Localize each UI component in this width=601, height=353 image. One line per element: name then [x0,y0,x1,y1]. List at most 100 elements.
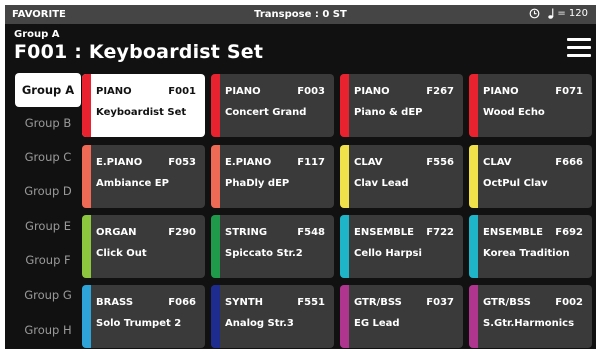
menu-icon[interactable] [567,38,591,57]
category-color-stripe [211,215,220,278]
tile-number: F692 [555,227,583,238]
favorite-tile[interactable]: BRASS F066 Solo Trumpet 2 [82,285,205,348]
tile-number: F290 [168,227,196,238]
tile-number: F037 [426,297,454,308]
favorite-tile[interactable]: PIANO F003 Concert Grand [211,74,334,137]
status-bar: FAVORITE Transpose : 0 ST = 120 [5,5,596,24]
group-button-g[interactable]: Group G [15,278,81,312]
tile-category: ENSEMBLE [354,227,415,238]
favorite-tile[interactable]: ENSEMBLE F722 Cello Harpsi [340,215,463,278]
tile-number: F053 [168,157,196,168]
category-color-stripe [82,215,91,278]
header: Group A F001 : Keyboardist Set [5,24,596,66]
category-color-stripe [340,74,349,137]
tile-name: S.Gtr.Harmonics [483,318,575,329]
tile-name: Cello Harpsi [354,248,422,259]
favorite-tile[interactable]: PIANO F071 Wood Echo [469,74,592,137]
tile-number: F556 [426,157,454,168]
tile-number: F001 [168,86,196,97]
page-title: F001 : Keyboardist Set [14,41,264,63]
favorite-tile[interactable]: SYNTH F551 Analog Str.3 [211,285,334,348]
category-color-stripe [340,215,349,278]
note-icon [548,8,555,19]
tile-name: EG Lead [354,318,400,329]
tile-name: Piano & dEP [354,107,423,118]
group-button-c[interactable]: Group C [15,140,81,174]
tile-category: CLAV [354,157,383,168]
category-color-stripe [469,145,478,208]
tile-number: F066 [168,297,196,308]
category-color-stripe [340,285,349,348]
tile-category: ORGAN [96,227,137,238]
tile-category: PIANO [483,86,519,97]
tile-name: Keyboardist Set [96,107,187,118]
tile-category: GTR/BSS [483,297,531,308]
category-color-stripe [469,74,478,137]
device-screen: FAVORITE Transpose : 0 ST = 120 Group A … [5,5,596,349]
tile-name: Analog Str.3 [225,318,294,329]
tile-category: STRING [225,227,268,238]
group-button-f[interactable]: Group F [15,243,81,277]
favorite-tile[interactable]: CLAV F556 Clav Lead [340,145,463,208]
status-right: = 120 [529,8,588,19]
tile-category: PIANO [225,86,261,97]
tile-name: PhaDly dEP [225,178,290,189]
transpose-label: Transpose : 0 ST [254,9,347,20]
favorite-tile[interactable]: ORGAN F290 Click Out [82,215,205,278]
clock-icon [529,8,540,19]
tile-category: GTR/BSS [354,297,402,308]
tile-number: F551 [297,297,325,308]
group-button-e[interactable]: Group E [15,209,81,243]
tile-name: Clav Lead [354,178,409,189]
tempo-value: = 120 [557,8,588,19]
tile-category: ENSEMBLE [483,227,544,238]
tile-category: E.PIANO [96,157,143,168]
category-color-stripe [211,285,220,348]
group-button-b[interactable]: Group B [15,106,81,140]
tile-number: F002 [555,297,583,308]
tile-number: F722 [426,227,454,238]
tile-name: Wood Echo [483,107,545,118]
favorite-tile[interactable]: ENSEMBLE F692 Korea Tradition [469,215,592,278]
tile-name: Spiccato Str.2 [225,248,303,259]
favorite-tile[interactable]: CLAV F666 OctPul Clav [469,145,592,208]
tile-number: F267 [426,86,454,97]
tile-name: Korea Tradition [483,248,570,259]
tile-name: OctPul Clav [483,178,548,189]
tile-category: SYNTH [225,297,264,308]
current-group-label: Group A [14,29,60,40]
group-button-d[interactable]: Group D [15,174,81,208]
group-button-a[interactable]: Group A [15,73,81,107]
group-button-h[interactable]: Group H [15,313,81,347]
tile-category: BRASS [96,297,134,308]
tile-number: F117 [297,157,325,168]
tile-name: Solo Trumpet 2 [96,318,182,329]
tile-name: Ambiance EP [96,178,169,189]
category-color-stripe [211,74,220,137]
favorite-tile[interactable]: PIANO F001 Keyboardist Set [82,74,205,137]
tile-number: F071 [555,86,583,97]
favorite-tile[interactable]: STRING F548 Spiccato Str.2 [211,215,334,278]
category-color-stripe [469,285,478,348]
category-color-stripe [82,285,91,348]
favorite-tile[interactable]: GTR/BSS F037 EG Lead [340,285,463,348]
category-color-stripe [82,74,91,137]
category-color-stripe [340,145,349,208]
tile-number: F548 [297,227,325,238]
favorite-tile[interactable]: E.PIANO F117 PhaDly dEP [211,145,334,208]
tile-number: F666 [555,157,583,168]
tempo-display: = 120 [548,8,588,19]
favorite-tile[interactable]: GTR/BSS F002 S.Gtr.Harmonics [469,285,592,348]
tile-name: Click Out [96,248,147,259]
category-color-stripe [82,145,91,208]
category-color-stripe [211,145,220,208]
tile-category: PIANO [354,86,390,97]
tile-category: PIANO [96,86,132,97]
tile-category: E.PIANO [225,157,272,168]
tile-category: CLAV [483,157,512,168]
category-color-stripe [469,215,478,278]
favorite-tile[interactable]: E.PIANO F053 Ambiance EP [82,145,205,208]
favorite-tile[interactable]: PIANO F267 Piano & dEP [340,74,463,137]
tile-number: F003 [297,86,325,97]
tile-name: Concert Grand [225,107,307,118]
